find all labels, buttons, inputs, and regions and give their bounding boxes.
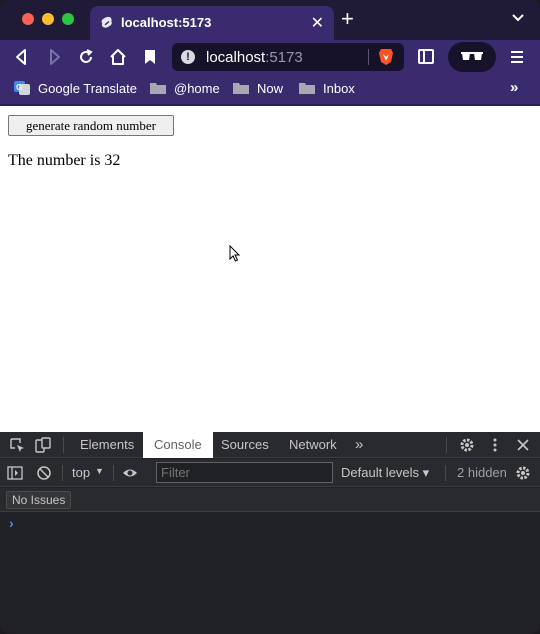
bookmark-label: Google Translate	[38, 81, 138, 96]
context-selector[interactable]: top	[72, 465, 90, 480]
forward-icon[interactable]	[44, 47, 64, 67]
more-tabs-icon[interactable]: »	[355, 436, 363, 453]
bookmarks-bar: G Google Translate @home Now Inbox »	[0, 74, 540, 104]
home-icon[interactable]	[108, 47, 128, 67]
tab-network[interactable]: Network	[289, 432, 337, 458]
bookmark-inbox-folder[interactable]: Inbox	[299, 80, 359, 98]
issues-bar: No Issues	[0, 488, 540, 512]
bookmark-label: Inbox	[323, 81, 355, 96]
browser-tab[interactable]: localhost:5173 ✕	[90, 6, 334, 40]
bookmark-google-translate[interactable]: G Google Translate	[14, 80, 138, 98]
close-window-button[interactable]	[22, 13, 34, 25]
bookmark-label: @home	[174, 81, 220, 96]
tab-title: localhost:5173	[121, 15, 212, 30]
tab-close-icon[interactable]: ✕	[311, 13, 324, 33]
brave-shields-icon[interactable]	[378, 48, 394, 66]
private-glasses-icon	[461, 52, 483, 60]
url-port: :5173	[265, 49, 303, 66]
issues-button[interactable]: No Issues	[6, 491, 72, 509]
toolbar-divider	[113, 465, 114, 481]
toolbar-divider	[62, 465, 63, 481]
console-output[interactable]: ›	[0, 513, 540, 634]
folder-icon	[150, 83, 166, 94]
folder-icon	[233, 83, 249, 94]
back-icon[interactable]	[12, 47, 32, 67]
page-viewport: generate random number The number is 32	[0, 106, 540, 432]
tab-search-chevron-icon[interactable]	[511, 11, 525, 25]
more-options-icon[interactable]	[487, 437, 503, 453]
mouse-cursor-icon	[229, 245, 241, 262]
address-bar[interactable]: ! localhost:5173	[172, 43, 404, 71]
bookmark-label: Now	[257, 81, 284, 96]
settings-gear-icon[interactable]	[459, 437, 475, 453]
google-translate-icon: G	[14, 81, 30, 95]
devtools-tab-bar: Elements Console Sources Network »	[0, 432, 540, 458]
address-url: localhost:5173	[206, 49, 303, 66]
site-info-icon[interactable]: !	[181, 50, 195, 64]
new-tab-button[interactable]: +	[341, 8, 354, 30]
inspect-element-icon[interactable]	[9, 437, 25, 453]
log-levels-dropdown[interactable]: Default levels ▾	[341, 465, 429, 481]
maximize-window-button[interactable]	[62, 13, 74, 25]
browser-window: localhost:5173 ✕ + ! localhost:5173 G Go…	[0, 0, 540, 634]
reload-icon[interactable]	[76, 47, 96, 67]
tab-strip: localhost:5173 ✕ +	[0, 0, 540, 40]
console-prompt-icon: ›	[9, 515, 14, 531]
tab-elements[interactable]: Elements	[80, 432, 134, 458]
live-expression-eye-icon[interactable]	[122, 465, 138, 481]
url-host: localhost	[206, 49, 266, 66]
folder-icon	[299, 83, 315, 94]
console-sidebar-icon[interactable]	[7, 465, 23, 481]
bookmark-now-folder[interactable]: Now	[233, 80, 289, 98]
bookmarks-overflow-icon[interactable]: »	[510, 79, 518, 96]
generate-random-number-button[interactable]: generate random number	[8, 115, 174, 136]
console-filter-bar: top ▼ Default levels ▾ 2 hidden	[0, 459, 540, 487]
minimize-window-button[interactable]	[42, 13, 54, 25]
console-settings-gear-icon[interactable]	[515, 465, 531, 481]
toolbar-divider	[63, 437, 64, 453]
toolbar: ! localhost:5173	[0, 40, 540, 74]
tab-console[interactable]: Console	[143, 432, 213, 458]
profile-button[interactable]	[448, 42, 496, 72]
context-dropdown-icon[interactable]: ▼	[95, 466, 104, 476]
close-devtools-icon[interactable]	[515, 437, 531, 453]
sidebar-toggle-icon[interactable]	[418, 49, 434, 64]
device-toolbar-icon[interactable]	[35, 437, 51, 453]
menu-icon[interactable]	[510, 50, 524, 64]
devtools-panel: Elements Console Sources Network » top ▼…	[0, 432, 540, 634]
console-filter-input[interactable]	[156, 462, 333, 483]
address-separator	[368, 49, 369, 65]
svg-text:G: G	[16, 83, 22, 92]
svelte-favicon-icon	[101, 16, 112, 28]
toolbar-divider	[445, 465, 446, 481]
bookmark-icon[interactable]	[140, 47, 160, 67]
clear-console-icon[interactable]	[36, 465, 52, 481]
hidden-messages-count: 2 hidden	[457, 465, 507, 480]
toolbar-divider	[446, 437, 447, 453]
number-result-text: The number is 32	[8, 152, 121, 169]
bookmark-home-folder[interactable]: @home	[150, 80, 222, 98]
tab-sources[interactable]: Sources	[221, 432, 269, 458]
